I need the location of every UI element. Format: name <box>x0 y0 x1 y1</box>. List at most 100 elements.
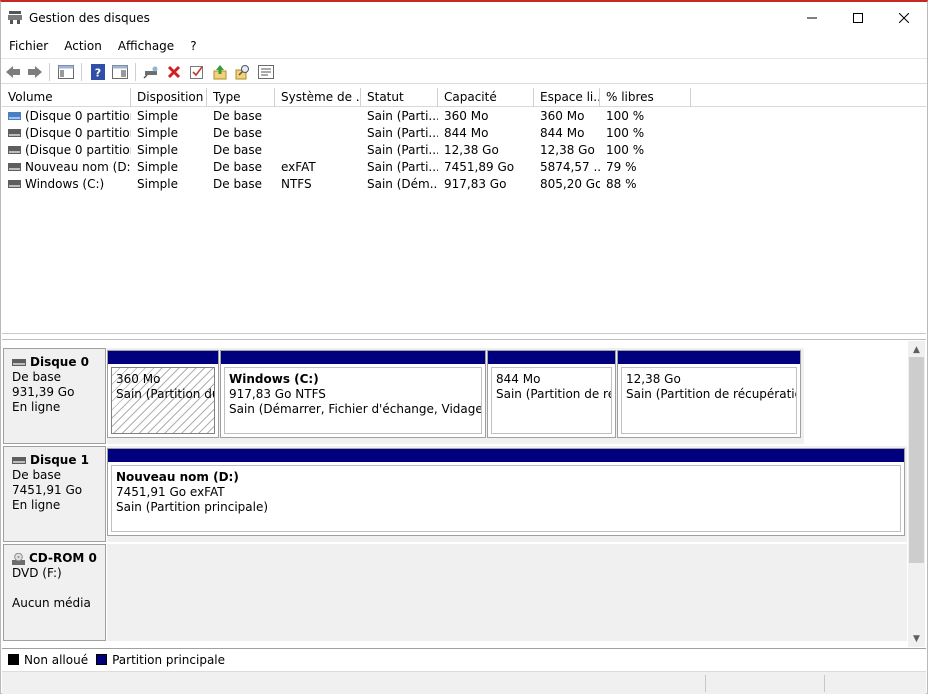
volume-status: Sain (Parti... <box>367 143 438 157</box>
scroll-down-button[interactable]: ▼ <box>908 630 925 647</box>
volume-icon <box>8 162 21 171</box>
volume-type: De base <box>213 109 263 123</box>
volume-percent-free: 100 % <box>606 126 645 140</box>
cdrom-0-label[interactable]: CD-ROM 0 DVD (F:) Aucun média <box>3 544 106 641</box>
volume-row[interactable]: Windows (C:) Simple De base NTFS Sain (D… <box>2 176 926 193</box>
console-tree-icon <box>58 65 74 79</box>
partition-disk0-recovery-2[interactable]: 12,38 Go Sain (Partition de récupération… <box>617 350 801 438</box>
column-header-capacity[interactable]: Capacité <box>438 88 534 107</box>
volume-percent-free: 100 % <box>606 143 645 157</box>
partition-bar <box>108 449 904 462</box>
volume-capacity: 7451,89 Go <box>444 160 515 174</box>
partition-nouveau-nom-d[interactable]: Nouveau nom (D:) 7451,91 Go exFAT Sain (… <box>107 448 905 536</box>
back-button[interactable] <box>3 62 23 82</box>
search-button[interactable] <box>233 62 253 82</box>
volume-disposition: Simple <box>137 126 178 140</box>
minimize-button[interactable] <box>789 2 835 33</box>
minimize-icon <box>807 17 817 18</box>
menu-action[interactable]: Action <box>56 35 110 57</box>
column-header-volume[interactable]: Volume <box>2 88 131 107</box>
legend-primary: Partition principale <box>96 653 225 667</box>
disk-state: Aucun média <box>12 596 91 610</box>
disk-0-label[interactable]: Disque 0 De base 931,39 Go En ligne <box>3 348 106 444</box>
partition-size: 917,83 Go NTFS <box>229 387 326 401</box>
volume-row[interactable]: (Disque 0 partition... Simple De base Sa… <box>2 125 926 142</box>
title-bar[interactable]: Gestion des disques <box>1 2 927 33</box>
volume-name: (Disque 0 partition... <box>25 109 131 123</box>
delete-button[interactable] <box>164 62 184 82</box>
partition-size: 12,38 Go <box>626 372 681 386</box>
partition-status: Sain (Partition de récupération) <box>626 387 797 401</box>
partition-size: 844 Mo <box>496 372 541 386</box>
toolbar-separator <box>49 63 50 81</box>
cd-drive-icon <box>12 552 25 565</box>
partition-status: Sain (Démarrer, Fichier d'échange, Vidag… <box>229 402 482 416</box>
legend: Non alloué Partition principale <box>2 648 926 670</box>
partition-bar <box>108 351 218 364</box>
menu-affichage[interactable]: Affichage <box>110 35 182 57</box>
export-button[interactable] <box>210 62 230 82</box>
column-header-free-space[interactable]: Espace li... <box>534 88 600 107</box>
volume-row[interactable]: Nouveau nom (D:) Simple De base exFAT Sa… <box>2 159 926 176</box>
legend-swatch-blue <box>96 654 108 665</box>
volume-capacity: 12,38 Go <box>444 143 499 157</box>
toolbar-separator <box>81 63 82 81</box>
properties-icon <box>112 65 128 79</box>
column-header-percent-free[interactable]: % libres <box>600 88 691 107</box>
volume-name: Windows (C:) <box>25 177 105 191</box>
volume-list[interactable]: Volume Disposition Type Système de ... S… <box>2 88 926 334</box>
scroll-up-button[interactable]: ▲ <box>908 341 925 358</box>
disk-1-partitions: Nouveau nom (D:) 7451,91 Go exFAT Sain (… <box>107 446 907 542</box>
volume-filesystem: NTFS <box>281 177 312 191</box>
volume-percent-free: 79 % <box>606 160 637 174</box>
column-header-type[interactable]: Type <box>207 88 275 107</box>
forward-button[interactable] <box>25 62 45 82</box>
export-icon <box>213 65 227 80</box>
close-button[interactable] <box>881 2 927 33</box>
legend-unallocated: Non alloué <box>8 653 88 667</box>
help-button[interactable]: ? <box>88 62 108 82</box>
hard-disk-icon <box>12 359 26 366</box>
properties-button[interactable] <box>110 62 130 82</box>
partition-bar <box>221 351 485 364</box>
volume-free-space: 12,38 Go <box>540 143 595 157</box>
disk-type: DVD (F:) <box>12 566 62 580</box>
status-bar <box>2 671 926 694</box>
connect-button[interactable] <box>141 62 161 82</box>
volume-type: De base <box>213 126 263 140</box>
maximize-button[interactable] <box>835 2 881 33</box>
column-header-filesystem[interactable]: Système de ... <box>275 88 361 107</box>
volume-percent-free: 88 % <box>606 177 637 191</box>
volume-filesystem: exFAT <box>281 160 316 174</box>
volume-free-space: 844 Mo <box>540 126 585 140</box>
volume-icon <box>8 128 21 137</box>
partition-status: Sain (Partition du s <box>116 387 214 401</box>
vertical-scrollbar[interactable]: ▲ ▼ <box>908 341 925 647</box>
column-header-disposition[interactable]: Disposition <box>131 88 207 107</box>
menu-help[interactable]: ? <box>182 35 204 57</box>
disk-1-label[interactable]: Disque 1 De base 7451,91 Go En ligne <box>3 446 106 542</box>
volume-status: Sain (Parti... <box>367 109 438 123</box>
volume-row[interactable]: (Disque 0 partition... Simple De base Sa… <box>2 108 926 125</box>
view-icon <box>258 65 274 79</box>
menu-fichier[interactable]: Fichier <box>1 35 56 57</box>
partition-disk0-recovery-1[interactable]: 844 Mo Sain (Partition de récu <box>487 350 616 438</box>
volume-row[interactable]: (Disque 0 partition... Simple De base Sa… <box>2 142 926 159</box>
partition-status: Sain (Partition de récu <box>496 387 611 401</box>
maximize-icon <box>853 12 863 23</box>
column-header-status[interactable]: Statut <box>361 88 438 107</box>
disk-size: 931,39 Go <box>12 385 75 399</box>
volume-type: De base <box>213 143 263 157</box>
close-icon <box>899 12 909 23</box>
partition-windows-c[interactable]: Windows (C:) 917,83 Go NTFS Sain (Démarr… <box>220 350 486 438</box>
disk-name: CD-ROM 0 <box>29 551 97 565</box>
partition-disk0-system[interactable]: 360 Mo Sain (Partition du s <box>107 350 219 438</box>
volume-free-space: 5874,57 ... <box>540 160 600 174</box>
console-tree-button[interactable] <box>56 62 76 82</box>
scroll-thumb[interactable] <box>909 357 924 563</box>
svg-text:?: ? <box>95 67 101 80</box>
check-button[interactable] <box>187 62 207 82</box>
back-arrow-icon <box>6 66 20 78</box>
view-button[interactable] <box>256 62 276 82</box>
volume-type: De base <box>213 160 263 174</box>
